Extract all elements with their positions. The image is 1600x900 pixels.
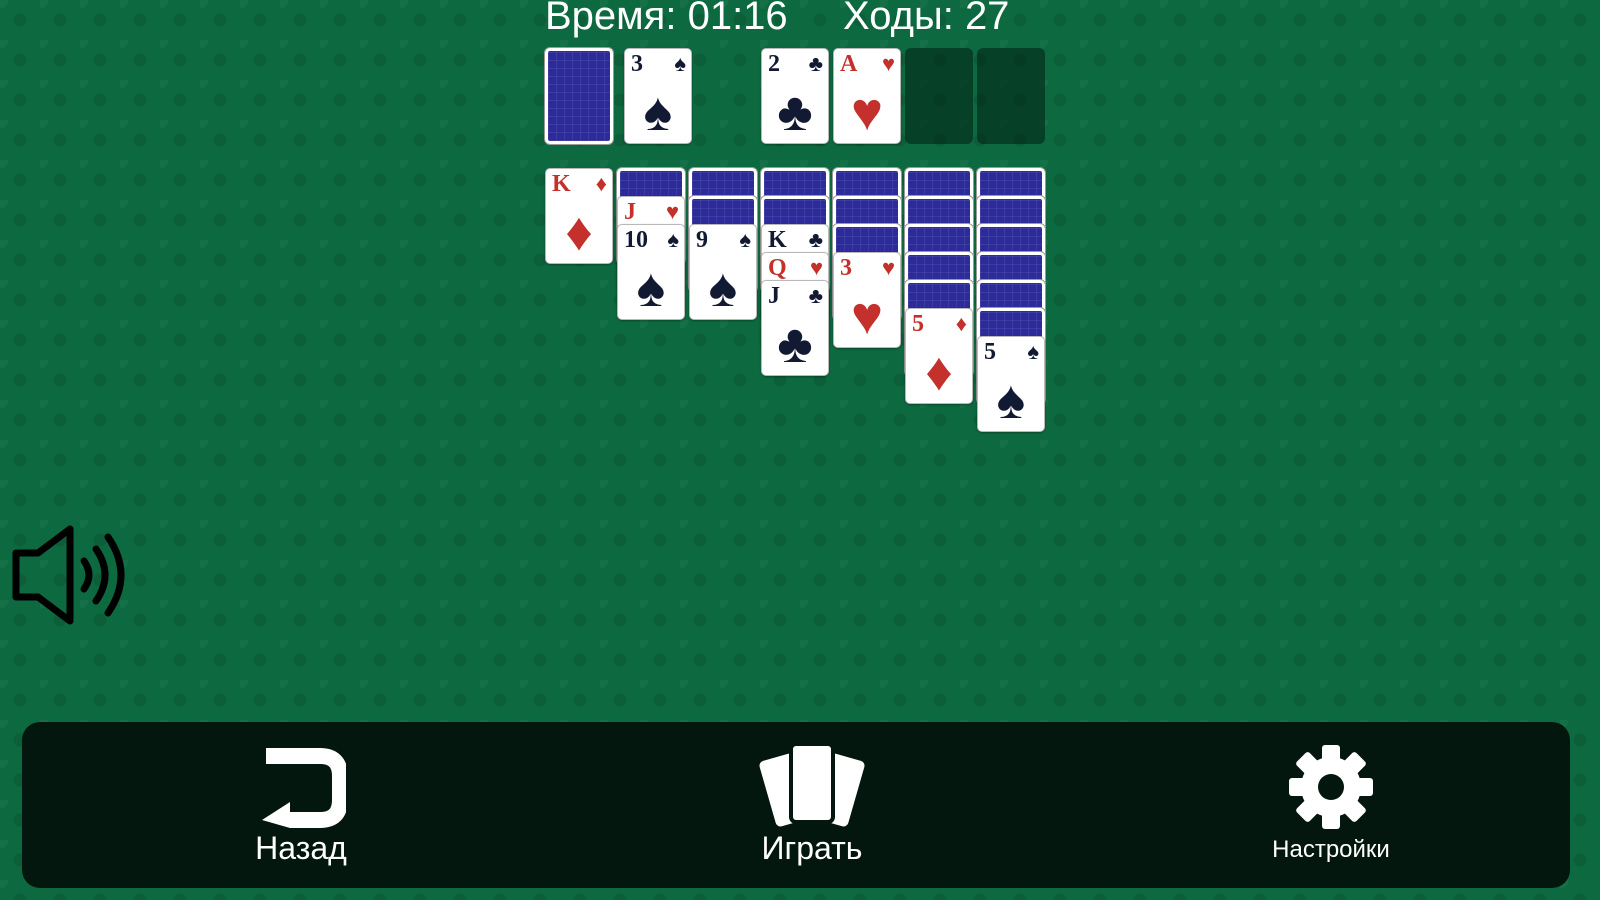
card-suit-small: ♠ bbox=[739, 227, 751, 252]
card-suit-large: ♥ bbox=[850, 286, 884, 346]
card-rank: A bbox=[840, 51, 858, 77]
card-suit-small: ♣ bbox=[808, 283, 823, 308]
card-suit-small: ♠ bbox=[674, 51, 686, 76]
card-rank: 5 bbox=[984, 339, 996, 365]
card-rank: 9 bbox=[696, 227, 708, 253]
tableau-1-card[interactable]: K ♦ ♦ bbox=[545, 168, 613, 264]
play-label: Играть bbox=[761, 830, 863, 866]
card-suit-small: ♠ bbox=[667, 227, 679, 252]
card-suit-large: ♥ bbox=[850, 82, 884, 142]
back-label: Назад bbox=[255, 830, 347, 866]
speaker-icon bbox=[12, 525, 125, 625]
gear-icon bbox=[1289, 745, 1373, 829]
card-suit-small: ♥ bbox=[881, 51, 895, 76]
tableau-4-card[interactable]: J ♣ ♣ bbox=[761, 280, 829, 376]
card-rank: 3 bbox=[840, 255, 852, 281]
tableau-3-card[interactable]: 9 ♠ ♠ bbox=[689, 224, 757, 320]
tableau-2-card[interactable]: 10 ♠ ♠ bbox=[617, 224, 685, 320]
card-suit-large: ♣ bbox=[777, 314, 813, 374]
cards-icon bbox=[759, 742, 865, 827]
timer-label: Время: bbox=[545, 0, 677, 38]
settings-label: Настройки bbox=[1272, 836, 1390, 863]
card-suit-large: ♠ bbox=[996, 370, 1026, 430]
card-suit-large: ♦ bbox=[925, 342, 953, 402]
sound-toggle-button[interactable] bbox=[12, 525, 130, 625]
back-button[interactable]: Назад bbox=[181, 722, 421, 888]
tableau-7-card[interactable]: 5 ♠ ♠ bbox=[977, 336, 1045, 432]
stock-pile[interactable] bbox=[545, 48, 613, 144]
card-suit-small: ♣ bbox=[808, 227, 823, 252]
card-rank: 10 bbox=[624, 227, 648, 253]
card-suit-large: ♣ bbox=[777, 82, 813, 142]
timer-value: 01:16 bbox=[687, 0, 788, 38]
foundation-pile-2[interactable]: A ♥ ♥ bbox=[833, 48, 901, 144]
undo-icon bbox=[262, 748, 346, 828]
card-suit-large: ♠ bbox=[643, 82, 673, 142]
card-suit-small: ♠ bbox=[1027, 339, 1039, 364]
moves-value: 27 bbox=[964, 0, 1010, 38]
card-rank: K bbox=[552, 171, 571, 197]
waste-pile-card[interactable]: 3 ♠ ♠ bbox=[624, 48, 692, 144]
card-rank: Q bbox=[768, 255, 787, 281]
card-suit-small: ♦ bbox=[955, 311, 967, 336]
card-suit-small: ♣ bbox=[808, 51, 823, 76]
timer: Время: 01:16 bbox=[545, 0, 788, 39]
card-rank: J bbox=[768, 283, 780, 309]
card-rank: 2 bbox=[768, 51, 780, 77]
foundation-pile-1[interactable]: 2 ♣ ♣ bbox=[761, 48, 829, 144]
card-rank: 3 bbox=[631, 51, 643, 77]
play-button[interactable]: Играть bbox=[692, 722, 932, 888]
card-suit-small: ♥ bbox=[665, 199, 679, 224]
card-suit-small: ♥ bbox=[881, 255, 895, 280]
card-suit-large: ♠ bbox=[636, 258, 666, 318]
bottom-toolbar: Назад Играть Настройки bbox=[22, 722, 1570, 888]
card-rank: 5 bbox=[912, 311, 924, 337]
tableau-6-card[interactable]: 5 ♦ ♦ bbox=[905, 308, 973, 404]
foundation-empty-slot-4[interactable] bbox=[977, 48, 1045, 144]
move-counter: Ходы: 27 bbox=[843, 0, 1009, 39]
tableau-5-card[interactable]: 3 ♥ ♥ bbox=[833, 252, 901, 348]
card-suit-small: ♦ bbox=[595, 171, 607, 196]
card-suit-large: ♦ bbox=[565, 202, 593, 262]
card-rank: K bbox=[768, 227, 787, 253]
card-rank: J bbox=[624, 199, 636, 225]
moves-label: Ходы: bbox=[843, 0, 954, 38]
foundation-empty-slot-3[interactable] bbox=[905, 48, 973, 144]
card-suit-large: ♠ bbox=[708, 258, 738, 318]
card-suit-small: ♥ bbox=[809, 255, 823, 280]
settings-button[interactable]: Настройки bbox=[1211, 722, 1451, 888]
